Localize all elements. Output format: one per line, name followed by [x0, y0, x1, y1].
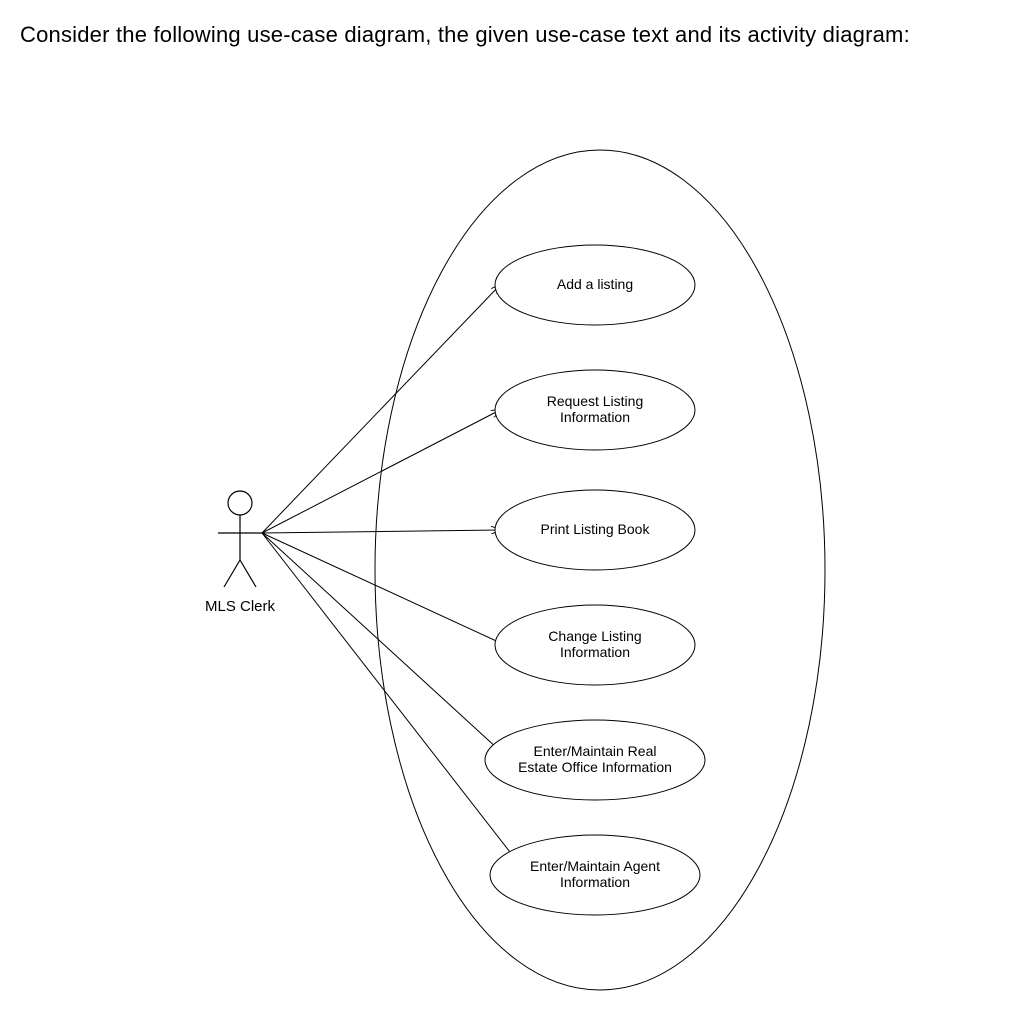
use-case-diagram: MLS Clerk Add a listing Request Listing … [0, 90, 1009, 1024]
use-case-label-line2: Estate Office Information [518, 759, 672, 775]
actor-label: MLS Clerk [205, 598, 276, 615]
use-case-request-listing: Request Listing Information [495, 370, 695, 450]
use-case-add-listing: Add a listing [495, 245, 695, 325]
use-case-label-line1: Request Listing [547, 393, 644, 409]
use-case-change-listing: Change Listing Information [495, 605, 695, 685]
use-case-print-listing-book: Print Listing Book [495, 490, 695, 570]
use-case-label-line1: Enter/Maintain Agent [530, 858, 660, 874]
use-case-agent-info: Enter/Maintain Agent Information [490, 835, 700, 915]
use-case-label: Print Listing Book [541, 521, 651, 537]
use-case-label: Add a listing [557, 276, 633, 292]
use-case-label-line2: Information [560, 874, 630, 890]
diagram-prompt: Consider the following use-case diagram,… [20, 20, 989, 50]
use-case-label-line1: Change Listing [548, 628, 641, 644]
use-case-label-line1: Enter/Maintain Real [534, 743, 657, 759]
associations [262, 285, 520, 865]
use-case-label-line2: Information [560, 409, 630, 425]
use-case-real-estate-office: Enter/Maintain Real Estate Office Inform… [485, 720, 705, 800]
use-case-label-line2: Information [560, 644, 630, 660]
actor-mls-clerk: MLS Clerk [205, 491, 276, 615]
